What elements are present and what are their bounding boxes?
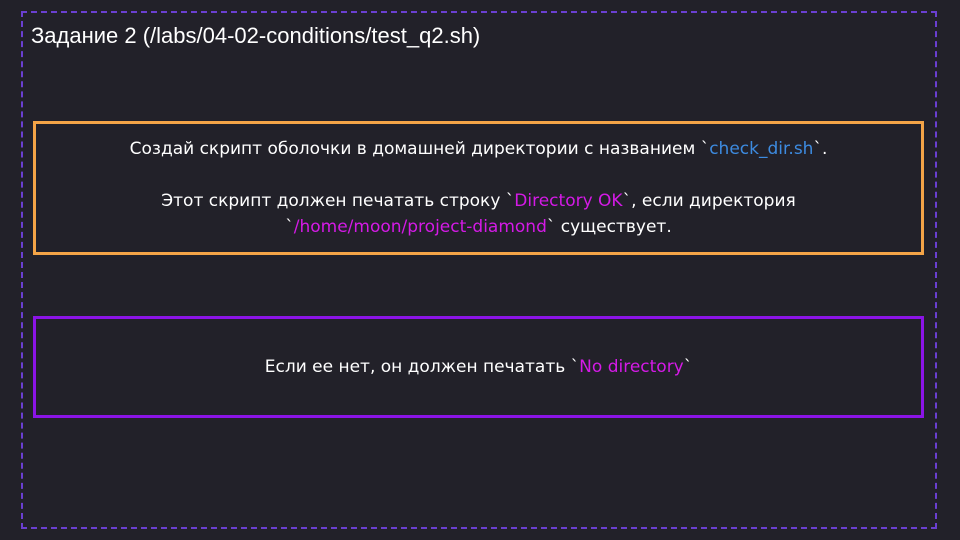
slide: Задание 2 (/labs/04-02-conditions/test_q… (0, 0, 960, 540)
task-line-3-suffix: ` существует. (546, 217, 672, 237)
task-line-3-prefix: ` (285, 217, 294, 237)
dashed-frame (21, 11, 937, 529)
task-line-2: Этот скрипт должен печатать строку `Dire… (161, 188, 795, 214)
task-line-1: Создай скрипт оболочки в домашней директ… (130, 136, 828, 162)
success-output-text: Directory OK (514, 191, 623, 211)
script-filename: check_dir.sh (709, 139, 814, 159)
else-line: Если ее нет, он должен печатать `No dire… (265, 354, 693, 380)
failure-output-text: No directory (579, 357, 684, 377)
task-description-box: Создай скрипт оболочки в домашней директ… (33, 121, 924, 255)
task-line-2-prefix: Этот скрипт должен печатать строку ` (161, 191, 515, 211)
directory-path: /home/moon/project-diamond (293, 217, 547, 237)
else-condition-box: Если ее нет, он должен печатать `No dire… (33, 316, 924, 418)
slide-title: Задание 2 (/labs/04-02-conditions/test_q… (31, 23, 481, 48)
else-line-prefix: Если ее нет, он должен печатать ` (264, 357, 580, 377)
task-line-1-prefix: Создай скрипт оболочки в домашней директ… (129, 139, 710, 159)
else-line-suffix: ` (683, 357, 693, 377)
task-line-2-suffix: `, если директория (622, 191, 796, 211)
task-line-3: `/home/moon/project-diamond` существует. (285, 214, 672, 240)
task-line-1-suffix: `. (813, 139, 828, 159)
